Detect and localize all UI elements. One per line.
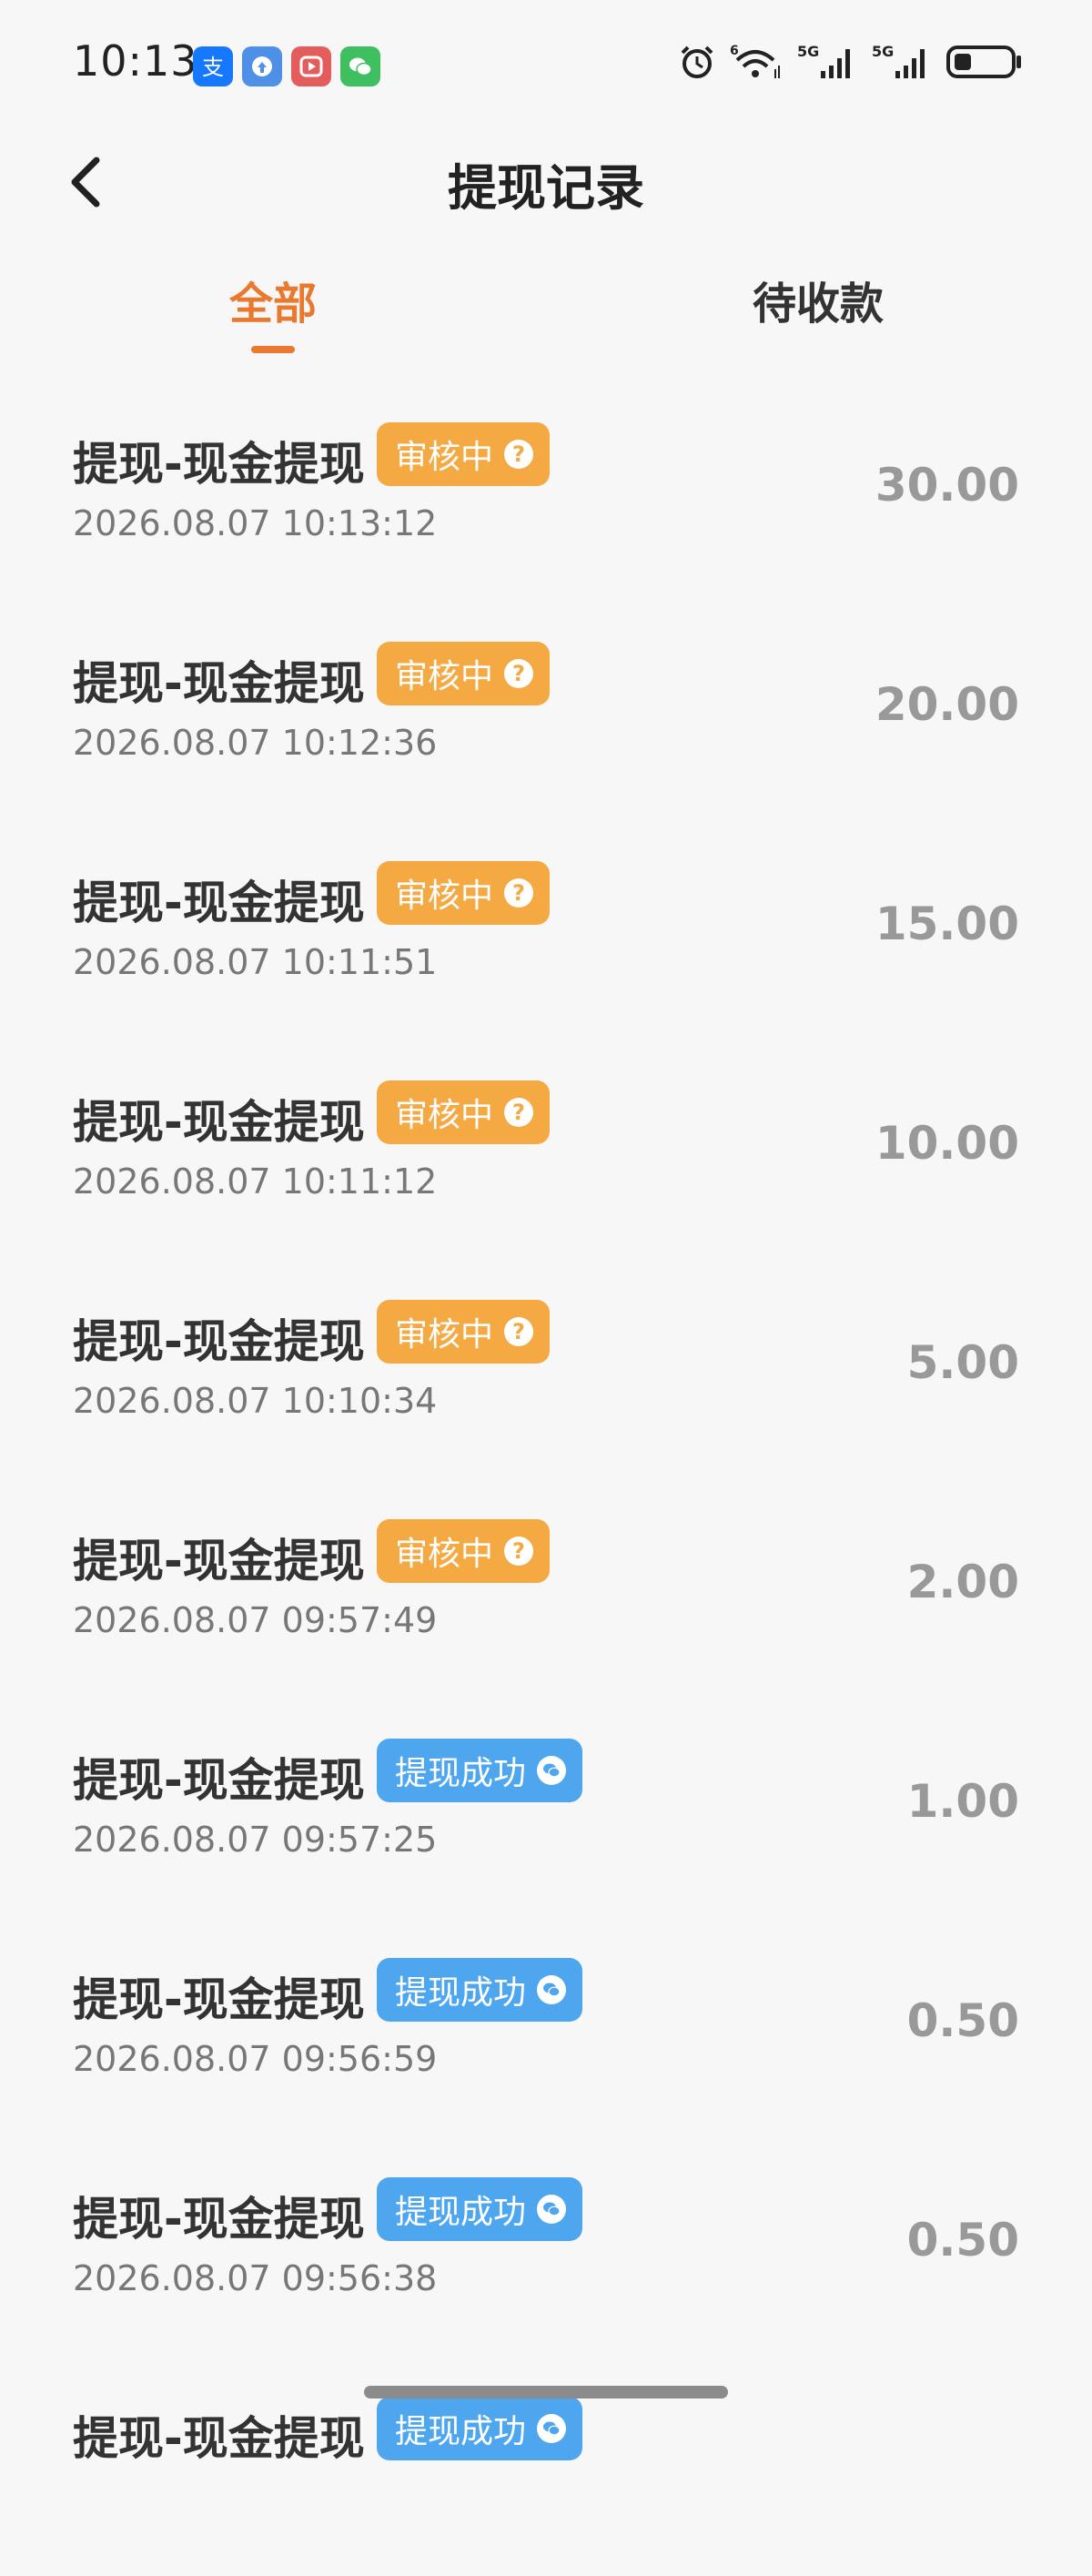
status-label: 提现成功: [395, 1755, 527, 1792]
alarm-icon: [681, 46, 713, 78]
record-title: 提现-现金提现: [73, 438, 365, 491]
signal-5g-icon-2: 5G: [872, 43, 925, 78]
record-time: 2026.08.07 10:10:34: [73, 1381, 438, 1421]
record-time: 2026.08.07 09:57:25: [73, 1820, 438, 1860]
svg-text:6: 6: [730, 44, 739, 58]
home-indicator[interactable]: [364, 2386, 728, 2399]
status-badge[interactable]: 审核中 ?: [377, 1300, 551, 1364]
tab-all[interactable]: 全部: [229, 268, 317, 331]
svg-text:支: 支: [202, 55, 224, 80]
record-amount: 2.00: [906, 1556, 1019, 1608]
record-time: 2026.08.07 09:56:59: [73, 2039, 438, 2079]
record-title: 提现-现金提现: [73, 657, 365, 710]
status-badge[interactable]: 审核中 ?: [377, 422, 551, 486]
svg-text:5G: 5G: [797, 43, 819, 60]
record-amount: 20.00: [875, 678, 1019, 731]
record-title: 提现-现金提现: [73, 2412, 365, 2465]
record-amount: 15.00: [875, 898, 1019, 950]
wechat-icon: [537, 1756, 567, 1785]
wechat-icon: [537, 1975, 567, 2004]
record-title: 提现-现金提现: [73, 1315, 365, 1368]
status-label: 审核中: [395, 1536, 494, 1573]
status-label: 提现成功: [395, 2413, 527, 2450]
status-badge[interactable]: 审核中 ?: [377, 1080, 551, 1144]
record-time: 2026.08.07 09:56:38: [73, 2258, 438, 2298]
record-amount: 0.50: [906, 2214, 1019, 2267]
status-label: 审核中: [395, 439, 494, 476]
battery-icon: [946, 46, 1021, 78]
page-header: 提现记录: [0, 137, 1092, 228]
record-time: 2026.08.07 10:12:36: [73, 723, 438, 763]
video-play-icon: [291, 46, 331, 86]
wechat-icon: [537, 2414, 567, 2443]
svg-text:5G: 5G: [872, 43, 894, 60]
status-label: 审核中: [395, 658, 494, 695]
record-time: 2026.08.07 09:57:49: [73, 1600, 438, 1640]
wifi-icon: 6: [730, 44, 780, 78]
record-title: 提现-现金提现: [73, 1535, 365, 1587]
page-title: 提现记录: [448, 159, 644, 217]
record-title: 提现-现金提现: [73, 1754, 365, 1807]
sync-app-icon: [242, 46, 282, 86]
record-title: 提现-现金提现: [73, 877, 365, 929]
status-badge[interactable]: 审核中 ?: [377, 1519, 551, 1583]
status-badge[interactable]: 提现成功: [377, 2397, 583, 2460]
list-item[interactable]: 提现-现金提现 提现成功 2026.08.07 09:57:25 1.00: [0, 1699, 1092, 1918]
record-title: 提现-现金提现: [73, 1096, 365, 1149]
alipay-icon: 支: [193, 46, 233, 86]
withdrawal-record-list: 提现-现金提现 审核中 ? 2026.08.07 10:13:12 30.00 …: [0, 382, 1092, 2576]
status-label: 审核中: [395, 877, 494, 915]
active-tab-indicator: [251, 346, 295, 353]
list-item[interactable]: 提现-现金提现 提现成功 2026.08.07 09:56:38 0.50: [0, 2137, 1092, 2357]
status-time: 10:13: [73, 36, 198, 86]
record-time: 2026.08.07 10:13:12: [73, 503, 438, 543]
status-bar: 10:13 支 6 5G 5G: [0, 0, 1092, 137]
record-time: 2026.08.07 10:11:51: [73, 942, 438, 982]
notification-app-icons: 支: [193, 46, 380, 86]
question-icon: ?: [504, 440, 534, 469]
status-label: 审核中: [395, 1316, 494, 1354]
question-icon: ?: [504, 1098, 534, 1127]
question-icon: ?: [504, 1536, 534, 1566]
record-title: 提现-现金提现: [73, 2193, 365, 2246]
list-item[interactable]: 提现-现金提现 提现成功 2026.08.07 09:56:59 0.50: [0, 1918, 1092, 2137]
status-label: 提现成功: [395, 2194, 527, 2231]
signal-5g-icon-1: 5G: [797, 43, 850, 78]
list-item[interactable]: 提现-现金提现 审核中 ? 2026.08.07 10:11:51 15.00: [0, 821, 1092, 1040]
list-item[interactable]: 提现-现金提现 审核中 ? 2026.08.07 09:57:49 2.00: [0, 1479, 1092, 1699]
list-item[interactable]: 提现-现金提现 审核中 ? 2026.08.07 10:11:12 10.00: [0, 1040, 1092, 1260]
tab-bar: 全部 待收款: [0, 255, 1092, 364]
question-icon: ?: [504, 1317, 534, 1346]
wechat-icon: [340, 46, 380, 86]
record-title: 提现-现金提现: [73, 1973, 365, 2026]
list-item[interactable]: 提现-现金提现 审核中 ? 2026.08.07 10:13:12 30.00: [0, 382, 1092, 602]
record-amount: 5.00: [906, 1336, 1019, 1389]
status-badge[interactable]: 审核中 ?: [377, 642, 551, 705]
status-badge[interactable]: 提现成功: [377, 1958, 583, 2022]
record-amount: 0.50: [906, 1994, 1019, 2047]
system-status-icons: 6 5G 5G: [677, 42, 1023, 82]
wechat-icon: [537, 2195, 567, 2224]
question-icon: ?: [504, 659, 534, 688]
record-amount: 10.00: [875, 1117, 1019, 1170]
record-amount: 30.00: [875, 459, 1019, 512]
tab-pending[interactable]: 待收款: [753, 268, 884, 331]
status-badge[interactable]: 提现成功: [377, 2177, 583, 2241]
record-amount: 1.00: [906, 1775, 1019, 1828]
status-badge[interactable]: 提现成功: [377, 1739, 583, 1802]
status-label: 提现成功: [395, 1974, 527, 2012]
list-item[interactable]: 提现-现金提现 审核中 ? 2026.08.07 10:12:36 20.00: [0, 602, 1092, 821]
question-icon: ?: [504, 878, 534, 908]
record-time: 2026.08.07 10:11:12: [73, 1161, 438, 1202]
status-badge[interactable]: 审核中 ?: [377, 861, 551, 925]
status-label: 审核中: [395, 1097, 494, 1134]
list-item[interactable]: 提现-现金提现 审核中 ? 2026.08.07 10:10:34 5.00: [0, 1260, 1092, 1479]
